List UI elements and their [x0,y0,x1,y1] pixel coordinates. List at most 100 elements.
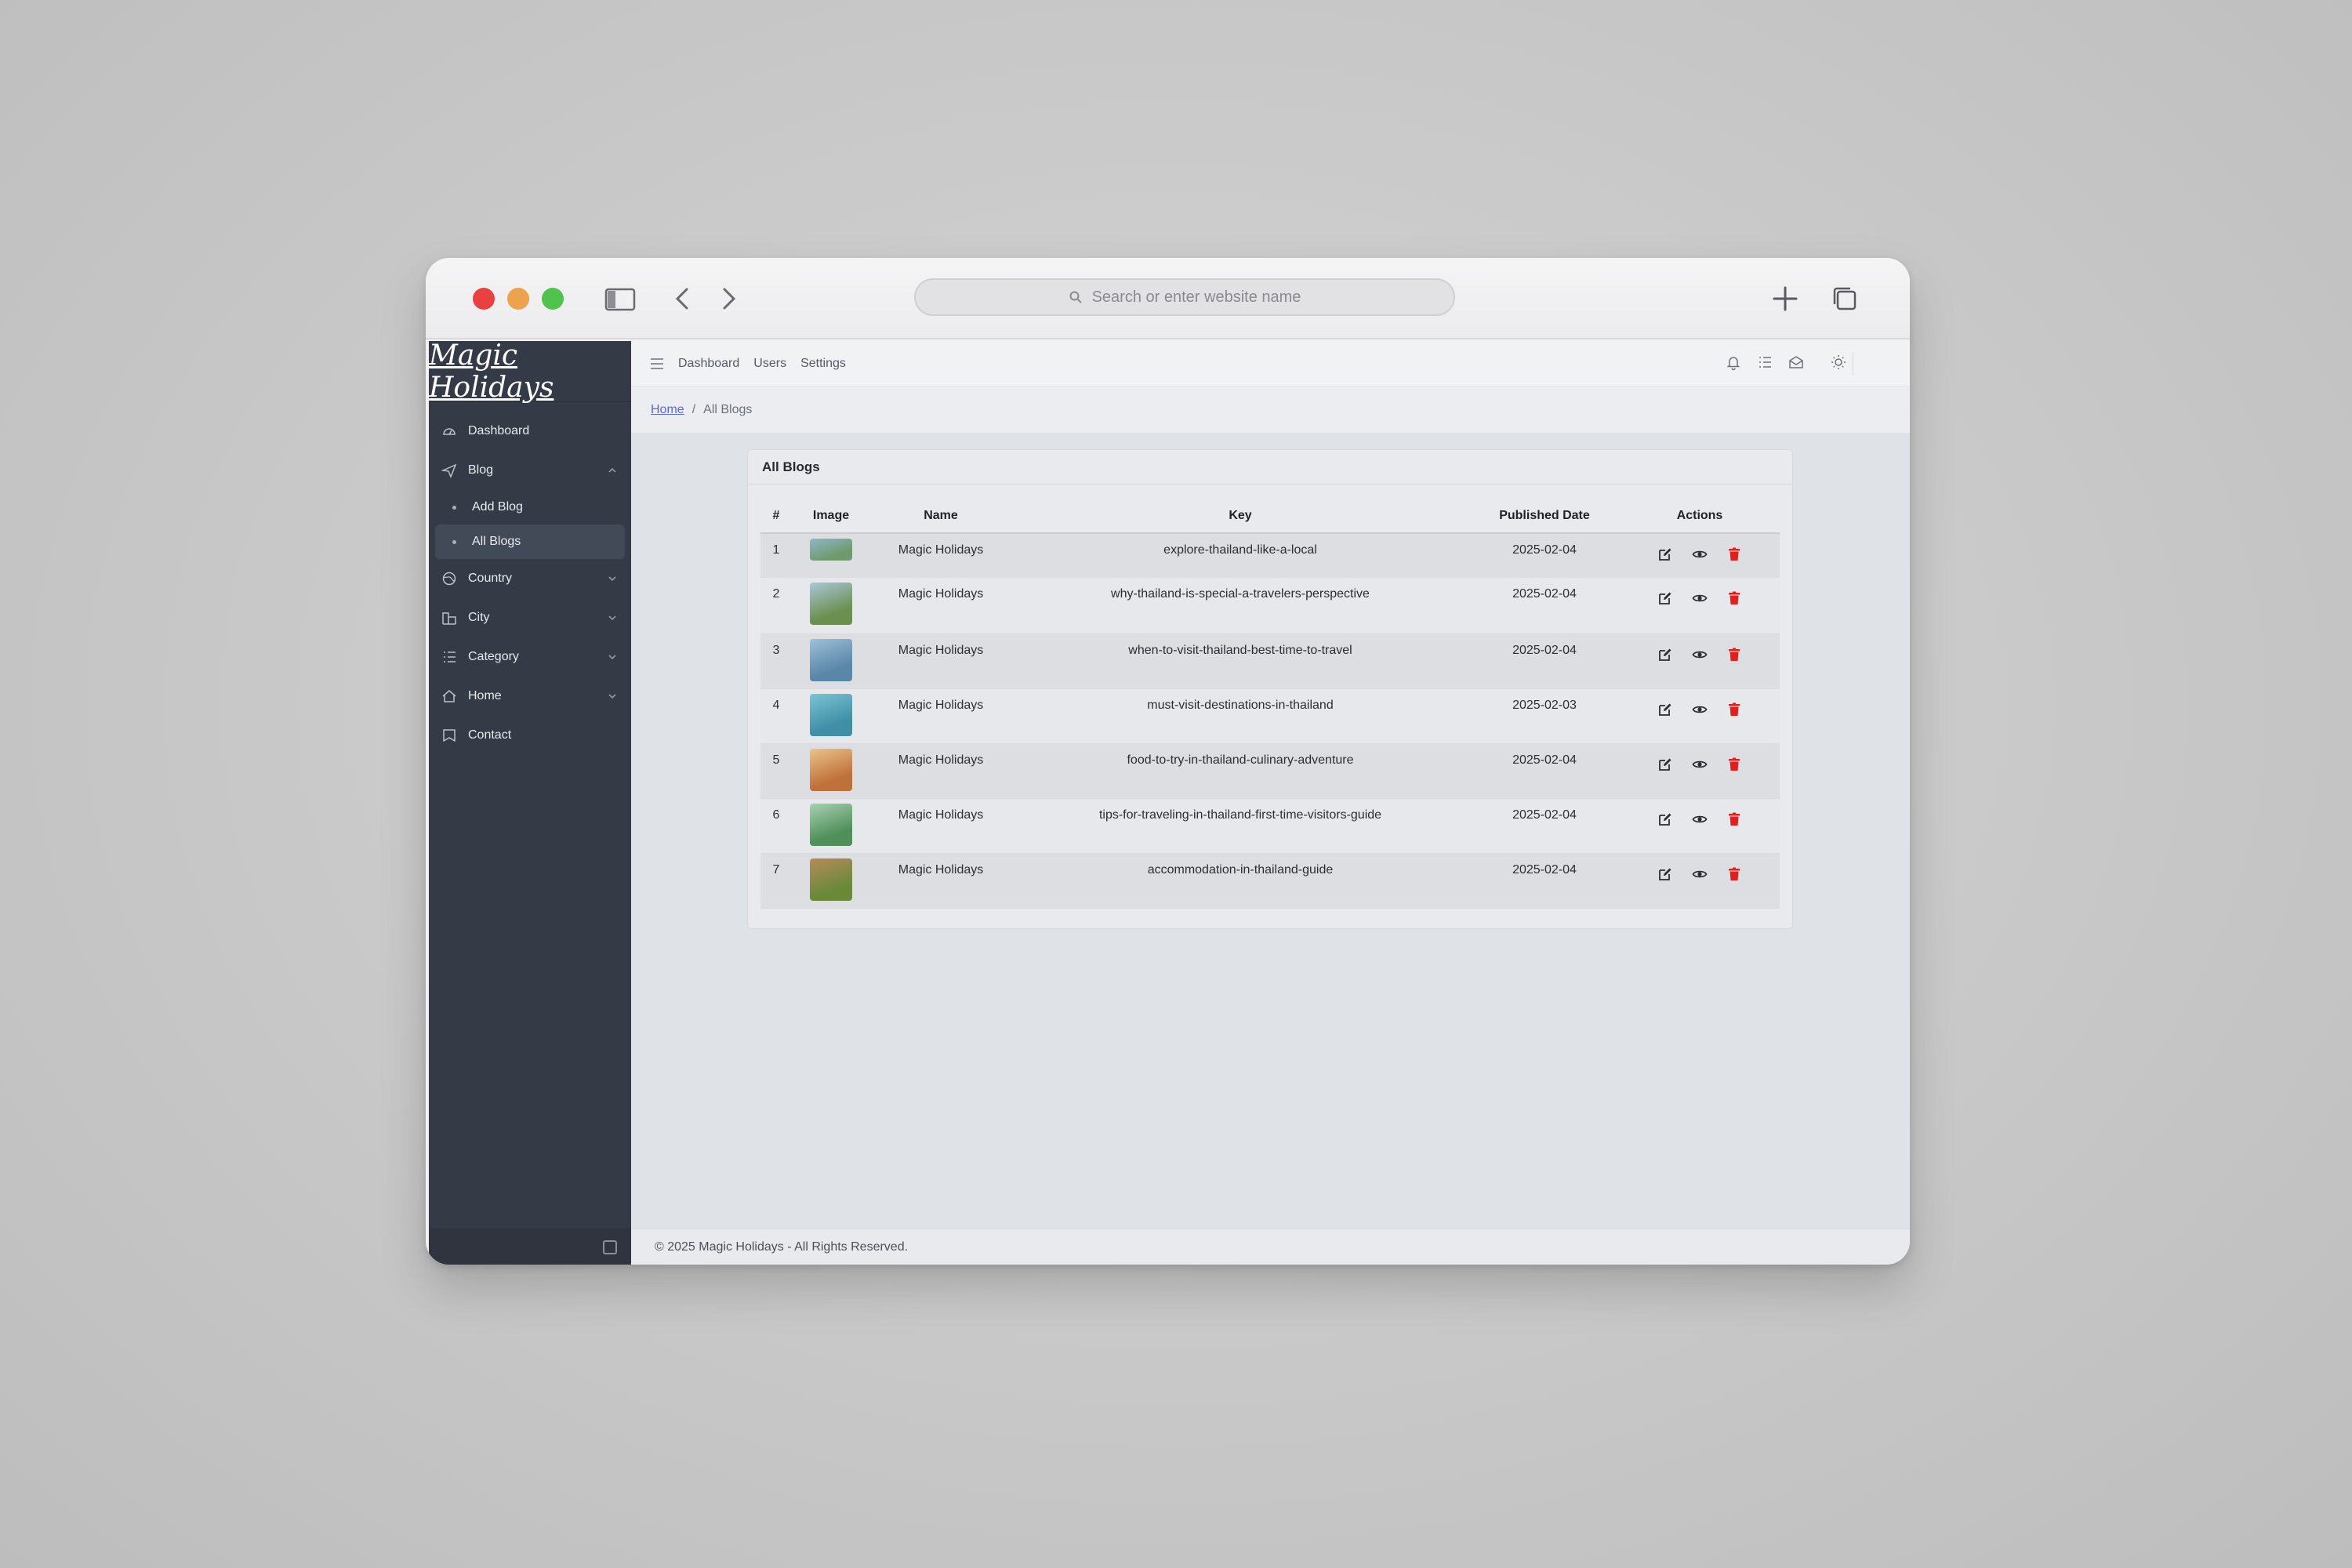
nav-link-users[interactable]: Users [753,357,786,371]
row-number: 3 [760,633,792,689]
chevron-down-icon [608,576,616,582]
row-name: Magic Holidays [870,577,1011,634]
blog-thumbnail [810,582,852,625]
trash-icon[interactable] [1726,647,1742,662]
bullet-icon [452,539,456,544]
blog-thumbnail [810,539,852,561]
trash-icon[interactable] [1726,546,1742,562]
row-key: when-to-visit-thailand-best-time-to-trav… [1011,633,1469,689]
blog-thumbnail [810,638,852,681]
contact-icon [443,729,456,742]
row-key: tips-for-traveling-in-thailand-first-tim… [1011,798,1469,854]
new-tab-icon[interactable] [1768,281,1802,316]
eye-icon[interactable] [1692,546,1708,562]
row-number: 1 [760,533,792,578]
all-blogs-card: All Blogs # Image Name Key Published Dat… [747,449,1793,929]
nav-link-settings[interactable]: Settings [800,357,846,371]
row-name: Magic Holidays [870,743,1011,799]
table-row: 4 Magic Holidays must-visit-destinations-i… [760,688,1780,744]
card-title: All Blogs [748,450,1792,485]
edit-icon[interactable] [1657,590,1673,606]
address-placeholder: Search or enter website name [1091,288,1301,306]
column-header-name: Name [870,499,1011,534]
sidebar-item-label: Contact [468,728,512,742]
row-actions [1620,798,1780,854]
back-icon[interactable] [666,281,700,316]
row-image-cell [792,577,870,634]
breadcrumb: Home / All Blogs [631,387,1910,434]
sidebar-item-add-blog[interactable]: Add Blog [435,490,625,524]
bell-icon[interactable] [1725,354,1742,371]
trash-icon[interactable] [1726,702,1742,717]
row-image-cell [792,633,870,689]
sidebar-item-contact[interactable]: Contact [429,716,631,755]
page-footer: © 2025 Magic Holidays - All Rights Reser… [631,1229,1910,1265]
sidebar-item-label: Home [468,689,502,702]
row-number: 4 [760,688,792,744]
eye-icon[interactable] [1692,647,1708,662]
sidebar-item-dashboard[interactable]: Dashboard [429,412,631,451]
edit-icon[interactable] [1657,866,1673,882]
sidebar-item-label: Category [468,650,519,663]
edit-icon[interactable] [1657,811,1673,827]
nav-link-dashboard[interactable]: Dashboard [678,357,739,371]
eye-icon[interactable] [1692,757,1708,772]
sidebar-item-category[interactable]: Category [429,637,631,677]
chevron-down-icon [608,615,616,621]
breadcrumb-home-link[interactable]: Home [651,403,684,417]
edit-icon[interactable] [1657,757,1673,772]
globe-icon [442,572,456,586]
row-number: 5 [760,743,792,799]
sun-icon[interactable] [1830,354,1847,371]
blog-thumbnail [810,748,852,791]
table-row: 2 Magic Holidays why-thailand-is-special-a… [760,577,1780,634]
table-row: 6 Magic Holidays tips-for-traveling-in-tha… [760,798,1780,854]
table-row: 1 Magic Holidays explore-thailand-like-a-l… [760,533,1780,578]
table-header-row: # Image Name Key Published Date Actions [760,499,1780,534]
breadcrumb-current: All Blogs [703,402,753,416]
trash-icon[interactable] [1726,866,1742,882]
eye-icon[interactable] [1692,590,1708,606]
forward-icon[interactable] [711,281,746,316]
row-number: 6 [760,798,792,854]
column-header-number: # [760,499,792,534]
eye-icon[interactable] [1692,702,1708,717]
blog-thumbnail [810,803,852,846]
edit-icon[interactable] [1657,702,1673,717]
row-key: food-to-try-in-thailand-culinary-adventu… [1011,743,1469,799]
row-actions [1620,533,1780,578]
trash-icon[interactable] [1726,757,1742,772]
mail-icon[interactable] [1788,354,1805,371]
sidebar-nav: Dashboard Blog Add Blog All Blogs Countr… [429,402,631,755]
sidebar-toggle-icon[interactable] [603,281,637,316]
trash-icon[interactable] [1726,590,1742,606]
row-actions [1620,577,1780,634]
eye-icon[interactable] [1692,811,1708,827]
sidebar-item-all-blogs[interactable]: All Blogs [435,524,625,559]
address-bar[interactable]: Search or enter website name [914,278,1455,316]
sidebar-footer [429,1229,631,1265]
collapse-sidebar-icon[interactable] [603,1240,617,1254]
list-icon[interactable] [1756,354,1773,371]
eye-icon[interactable] [1692,866,1708,882]
sidebar-item-blog[interactable]: Blog [429,451,631,490]
trash-icon[interactable] [1726,811,1742,827]
minimize-window-button[interactable] [507,288,529,310]
search-icon [1069,291,1082,303]
maximize-window-button[interactable] [542,288,564,310]
edit-icon[interactable] [1657,546,1673,562]
row-name: Magic Holidays [870,633,1011,689]
tabs-overview-icon[interactable] [1828,281,1862,316]
sidebar-item-city[interactable]: City [429,598,631,637]
sidebar-item-home[interactable]: Home [429,677,631,716]
main-content: Dashboard Users Settings Home / All Blog… [631,341,1910,1265]
blogs-table: # Image Name Key Published Date Actions … [760,499,1780,909]
brand-logo[interactable]: Magic Holidays [429,339,631,404]
table-row: 3 Magic Holidays when-to-visit-thailand-be… [760,633,1780,689]
table-row: 5 Magic Holidays food-to-try-in-thailand-c… [760,743,1780,799]
edit-icon[interactable] [1657,647,1673,662]
close-window-button[interactable] [473,288,495,310]
hamburger-menu-icon[interactable] [650,358,664,370]
sidebar-item-country[interactable]: Country [429,559,631,598]
row-name: Magic Holidays [870,853,1011,909]
